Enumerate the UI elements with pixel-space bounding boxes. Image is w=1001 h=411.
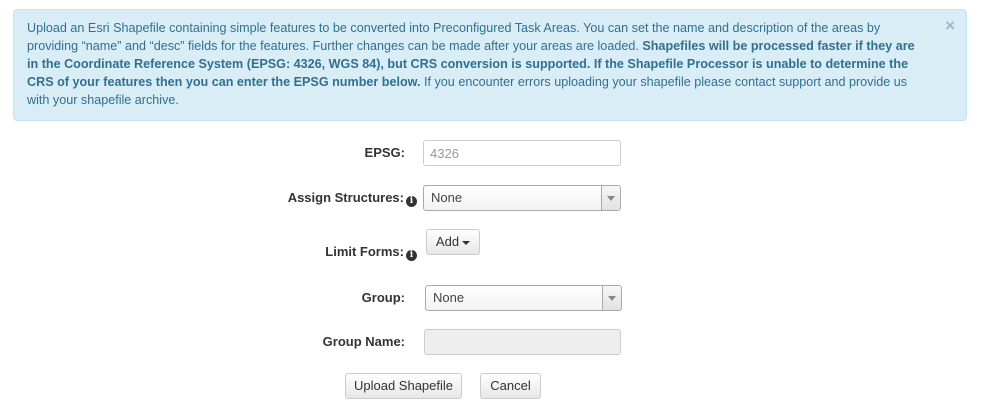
epsg-input[interactable] — [423, 140, 621, 166]
chevron-down-icon — [601, 186, 620, 210]
add-form-button[interactable]: Add — [426, 229, 480, 255]
info-icon[interactable]: i — [406, 250, 417, 261]
limit-forms-label-text: Limit Forms: — [325, 244, 404, 259]
info-alert: Upload an Esri Shapefile containing simp… — [13, 9, 967, 121]
close-icon[interactable]: × — [945, 17, 955, 35]
group-label: Group: — [361, 290, 405, 305]
assign-structures-label-text: Assign Structures: — [287, 190, 404, 205]
group-name-input[interactable] — [424, 329, 621, 355]
chevron-down-icon — [602, 286, 621, 310]
assign-structures-select[interactable]: None — [423, 185, 621, 211]
assign-structures-selected: None — [431, 190, 463, 205]
limit-forms-label: Limit Forms: i — [325, 244, 417, 261]
assign-structures-label: Assign Structures: i — [288, 190, 417, 207]
epsg-label: EPSG: — [364, 145, 405, 160]
group-selected: None — [433, 290, 465, 305]
add-form-button-label: Add — [435, 234, 460, 249]
caret-down-icon — [462, 240, 471, 245]
group-name-label: Group Name: — [322, 334, 405, 349]
cancel-button[interactable]: Cancel — [480, 373, 541, 399]
upload-shapefile-button[interactable]: Upload Shapefile — [345, 373, 462, 399]
group-select[interactable]: None — [425, 285, 622, 311]
info-icon[interactable]: i — [406, 196, 417, 207]
